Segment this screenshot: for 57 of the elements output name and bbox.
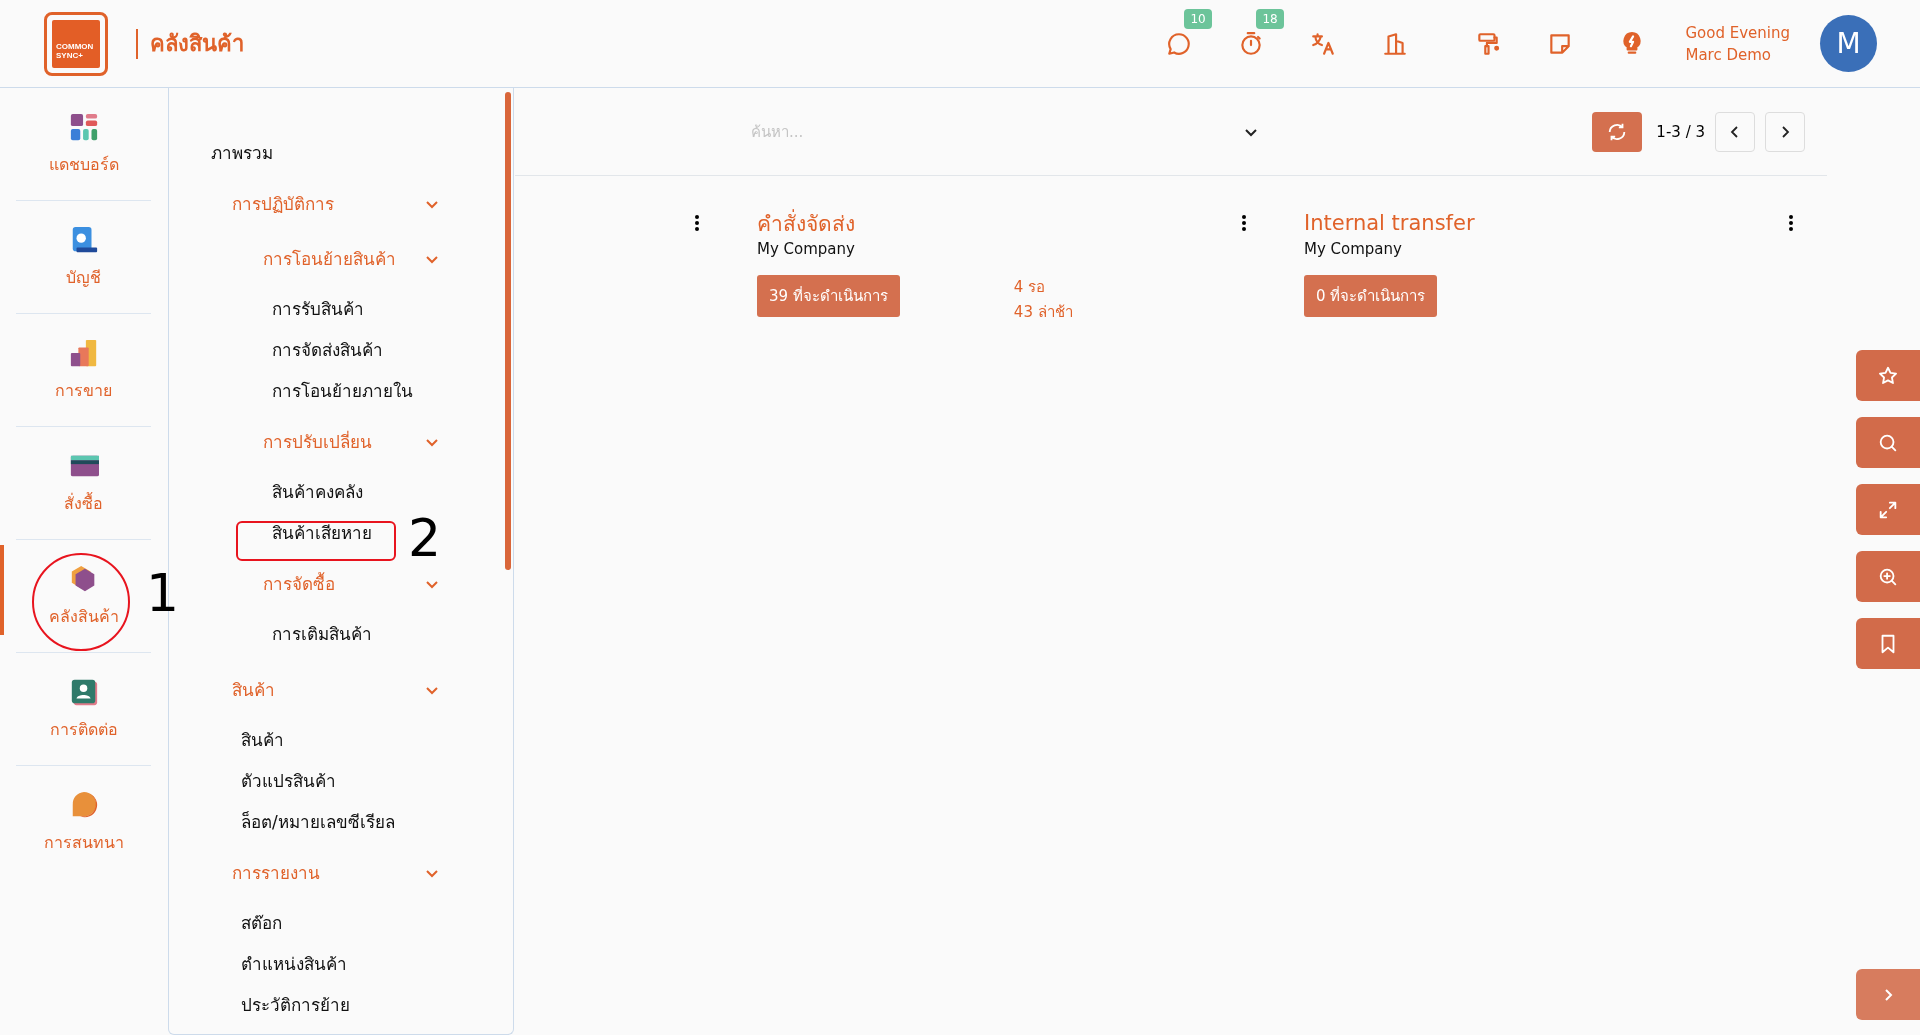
- company-name: My Company: [757, 240, 856, 258]
- card-title[interactable]: คำสั่งจัดส่ง: [757, 206, 855, 240]
- menu-item[interactable]: การจัดส่งสินค้า: [272, 329, 383, 370]
- building-icon[interactable]: [1382, 30, 1409, 57]
- menu-item[interactable]: ล็อต/หมายเลขซีเรียล: [241, 801, 395, 842]
- menu-item[interactable]: สต๊อก: [241, 902, 282, 943]
- card-title[interactable]: Internal transfer: [1304, 211, 1475, 235]
- greeting-text: Good Evening: [1685, 22, 1790, 44]
- search-button[interactable]: [1856, 417, 1920, 468]
- menu-item[interactable]: การเติมสินค้า: [272, 613, 372, 654]
- star-icon: [1877, 364, 1899, 387]
- menu-item[interactable]: สินค้า: [241, 719, 284, 760]
- menu-item[interactable]: ตัวแปรสินค้า: [241, 760, 336, 801]
- sidebar-item[interactable]: สั่งซื้อ: [0, 427, 167, 540]
- action-button[interactable]: 39 ที่จะดำเนินการ: [757, 275, 900, 317]
- action-button[interactable]: 0 ที่จะดำเนินการ: [1304, 275, 1438, 317]
- status-link[interactable]: 4 รอ: [1013, 275, 1073, 300]
- sidebar-item[interactable]: การขาย: [0, 314, 167, 427]
- sidebar-item[interactable]: การสนทนา: [0, 766, 167, 879]
- logo: COMMON SYNC+: [52, 19, 100, 68]
- refresh-button[interactable]: [1592, 111, 1643, 152]
- menu-group[interactable]: การปฏิบัติการ: [169, 178, 513, 229]
- sidebar-item[interactable]: การติดต่อ: [0, 653, 167, 766]
- menu-group[interactable]: การโอนย้ายสินค้า: [169, 233, 513, 284]
- chat-icon[interactable]: [1166, 30, 1193, 57]
- zoom-button[interactable]: [1856, 551, 1920, 602]
- paint-icon[interactable]: [1475, 30, 1502, 57]
- company-name: My Company: [1304, 240, 1403, 258]
- menu-group[interactable]: การปรับเปลี่ยน: [169, 416, 513, 467]
- more-icon[interactable]: [1788, 214, 1794, 232]
- star-button[interactable]: [1856, 350, 1920, 401]
- more-icon[interactable]: [694, 214, 700, 232]
- pager-text: 1-3 / 3: [1656, 122, 1705, 141]
- user-avatar[interactable]: M: [1820, 15, 1877, 72]
- menu-item[interactable]: ประวัติการย้าย: [241, 984, 350, 1025]
- menu-item[interactable]: สินค้าคงคลัง: [272, 471, 363, 512]
- step-number: 2: [408, 512, 442, 564]
- sidebar-item[interactable]: บัญชี: [0, 201, 167, 314]
- app-icon: [68, 338, 99, 368]
- menu-group[interactable]: สินค้า: [169, 664, 513, 715]
- menu-item[interactable]: การรับสินค้า: [272, 288, 364, 329]
- count-badge: 10: [1184, 8, 1212, 29]
- user-name: Marc Demo: [1685, 44, 1772, 66]
- menu-item[interactable]: ตำแหน่งสินค้า: [241, 943, 347, 984]
- menu-item[interactable]: ภาพรวม: [211, 132, 273, 173]
- status-link[interactable]: 43 ล่าช้า: [1013, 300, 1073, 325]
- menu-item[interactable]: การโอนย้ายภายใน: [272, 370, 413, 411]
- bookmark-button[interactable]: [1856, 618, 1920, 669]
- translate-icon[interactable]: [1310, 30, 1337, 57]
- more-icon[interactable]: [1241, 214, 1247, 232]
- menu-group[interactable]: การรายงาน: [169, 847, 513, 898]
- app-icon: [68, 112, 99, 142]
- expand-button[interactable]: [1856, 484, 1920, 535]
- count-badge: 18: [1256, 8, 1284, 29]
- menu-item[interactable]: สินค้าเสียหาย: [272, 512, 372, 553]
- sidebar-item[interactable]: แดชบอร์ด: [0, 88, 167, 201]
- page-title: คลังสินค้า: [150, 30, 244, 58]
